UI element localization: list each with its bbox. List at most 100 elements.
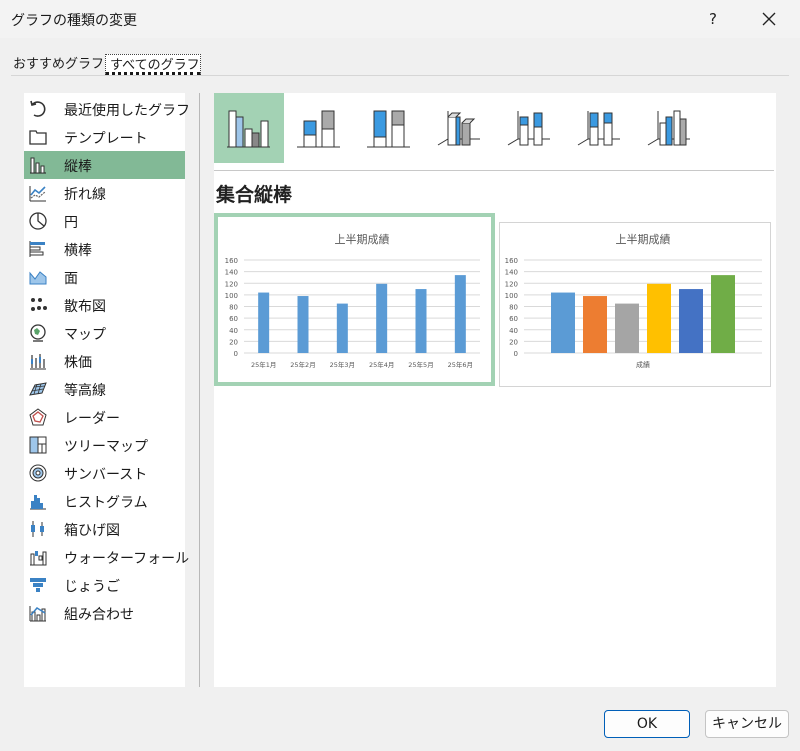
y-tick-label: 60 <box>229 315 238 323</box>
y-tick-label: 160 <box>505 257 518 265</box>
sidebar-item-waterfall[interactable]: ウォーターフォール <box>24 543 189 571</box>
y-tick-label: 0 <box>514 350 518 358</box>
y-tick-label: 40 <box>229 327 238 335</box>
sidebar-item-recent[interactable]: 最近使用したグラフ <box>24 95 190 123</box>
treemap-icon <box>29 436 47 454</box>
sidebar-item-column[interactable]: 縦棒 <box>24 151 185 179</box>
sidebar-item-label: 面 <box>64 271 78 287</box>
x-tick-label: 25年5月 <box>408 360 433 369</box>
window-title: グラフの種類の変更 <box>11 13 137 29</box>
sidebar-item-stock[interactable]: 株価 <box>24 347 185 375</box>
bar <box>615 303 639 353</box>
sidebar-item-label: テンプレート <box>64 131 148 147</box>
chart-subtype-row <box>214 93 704 163</box>
histogram-icon <box>30 495 46 510</box>
line-chart-icon <box>29 186 46 202</box>
area-chart-icon <box>29 271 47 285</box>
tab-recommended[interactable]: おすすめグラフ <box>11 54 104 75</box>
title-bar: グラフの種類の変更 ? <box>0 0 800 38</box>
clustered-column-icon <box>227 110 270 148</box>
sidebar-item-histogram[interactable]: ヒストグラム <box>24 487 185 515</box>
sidebar-item-treemap[interactable]: ツリーマップ <box>24 431 185 459</box>
sidebar-item-map[interactable]: マップ <box>24 319 185 347</box>
sidebar-item-funnel[interactable]: じょうご <box>24 571 185 599</box>
y-tick-label: 40 <box>509 327 518 335</box>
close-button[interactable] <box>754 6 784 32</box>
waterfall-icon <box>30 551 47 566</box>
scatter-chart-icon <box>31 298 47 311</box>
tab-all-charts[interactable]: すべてのグラフ <box>105 54 201 75</box>
sidebar-item-line[interactable]: 折れ線 <box>24 179 185 207</box>
bar <box>679 289 703 353</box>
sidebar-item-bar[interactable]: 横棒 <box>24 235 185 263</box>
bar <box>583 296 607 353</box>
sidebar-item-label: 散布図 <box>64 299 106 315</box>
sidebar-item-pie[interactable]: 円 <box>24 207 185 235</box>
cancel-button[interactable]: キャンセル <box>705 710 789 738</box>
subtype-3d-column[interactable] <box>634 93 704 163</box>
sidebar-item-area[interactable]: 面 <box>24 263 185 291</box>
chart-title: 上半期成績 <box>616 232 671 246</box>
y-tick-label: 160 <box>225 257 238 265</box>
sidebar-item-surface[interactable]: 等高線 <box>24 375 185 403</box>
sidebar-item-label: ツリーマップ <box>64 439 148 455</box>
x-tick-label: 25年1月 <box>251 360 276 369</box>
y-tick-label: 80 <box>229 304 238 312</box>
x-tick-label: 25年6月 <box>448 360 473 369</box>
y-tick-label: 120 <box>225 280 238 288</box>
sidebar-item-template[interactable]: テンプレート <box>24 123 185 151</box>
recent-icon <box>30 100 46 117</box>
box-whisker-icon <box>31 521 44 537</box>
chart-1-plot: 上半期成績 0 20 40 60 80 100 120 140 160 25年1月 25年2月 25年3… <box>225 232 480 369</box>
chart-preview-1[interactable]: 上半期成績 0 20 40 60 80 100 120 140 160 25年1月 25年2月 25年3… <box>214 213 495 386</box>
subtype-clustered-column[interactable] <box>214 93 284 163</box>
sidebar-item-label: 縦棒 <box>64 159 92 175</box>
sidebar-item-combo[interactable]: 組み合わせ <box>24 599 185 627</box>
100-stacked-column-icon <box>367 110 410 148</box>
y-tick-label: 80 <box>509 304 518 312</box>
stacked-column-icon <box>297 110 340 148</box>
sidebar-item-sunburst[interactable]: サンバースト <box>24 459 185 487</box>
y-tick-label: 140 <box>225 269 238 277</box>
sidebar-item-radar[interactable]: レーダー <box>24 403 185 431</box>
chart-2-plot: 上半期成績 0 20 40 60 80 100 120 140 160 成績 <box>505 232 762 369</box>
panel-divider <box>199 93 200 687</box>
y-tick-label: 20 <box>229 338 238 346</box>
help-button[interactable]: ? <box>700 6 726 32</box>
sidebar-item-label: 株価 <box>64 355 92 371</box>
sidebar-item-label: 横棒 <box>64 243 92 259</box>
subtype-stacked-column[interactable] <box>284 93 354 163</box>
pie-chart-icon <box>29 212 47 230</box>
subtype-3d-stacked-column[interactable] <box>494 93 564 163</box>
bar <box>711 275 735 353</box>
sunburst-icon <box>29 464 47 482</box>
chart-preview-2[interactable]: 上半期成績 0 20 40 60 80 100 120 140 160 成績 <box>499 222 771 387</box>
stock-chart-icon <box>30 354 46 370</box>
sidebar-item-label: 等高線 <box>64 383 106 399</box>
sidebar-item-scatter[interactable]: 散布図 <box>24 291 185 319</box>
y-tick-label: 20 <box>509 338 518 346</box>
sidebar-item-label: 折れ線 <box>64 187 106 203</box>
sidebar-item-boxwhisker[interactable]: 箱ひげ図 <box>24 515 185 543</box>
y-tick-label: 0 <box>234 350 238 358</box>
subtype-3d-100-stacked-column[interactable] <box>564 93 634 163</box>
y-tick-label: 140 <box>505 269 518 277</box>
map-chart-icon <box>30 324 46 342</box>
sidebar-item-label: ヒストグラム <box>64 495 148 511</box>
sidebar-item-label: じょうご <box>64 579 120 595</box>
y-tick-label: 60 <box>509 315 518 323</box>
combo-chart-icon <box>29 606 46 622</box>
sidebar-item-label: マップ <box>64 327 106 343</box>
funnel-icon <box>30 578 46 592</box>
section-divider <box>214 170 774 171</box>
chart-subtype-title: 集合縦棒 <box>216 184 293 206</box>
x-tick-label: 25年3月 <box>330 360 355 369</box>
bar <box>415 289 427 353</box>
sidebar-item-label: 円 <box>64 215 78 231</box>
ok-button[interactable]: OK <box>604 710 690 738</box>
subtype-3d-clustered-column[interactable] <box>424 93 494 163</box>
folder-icon <box>29 130 47 145</box>
3d-stacked-column-icon <box>507 111 550 146</box>
subtype-100-stacked-column[interactable] <box>354 93 424 163</box>
sidebar-item-label: ウォーターフォール <box>64 551 190 567</box>
